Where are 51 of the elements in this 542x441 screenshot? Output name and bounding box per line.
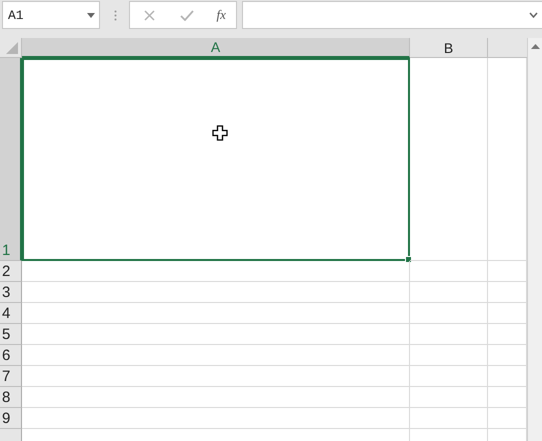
row-header[interactable]: 5	[0, 324, 22, 345]
cell-reference: A1	[8, 8, 24, 22]
column-header[interactable]: B	[410, 38, 488, 58]
select-all-corner[interactable]	[0, 38, 22, 58]
cell[interactable]	[488, 282, 527, 303]
row-header[interactable]: 3	[0, 282, 22, 303]
insert-function-button[interactable]: fx	[214, 7, 228, 23]
cell[interactable]	[22, 324, 410, 345]
cell[interactable]	[22, 366, 410, 387]
row-header[interactable]: 1	[0, 58, 22, 261]
row-header[interactable]: 4	[0, 303, 22, 324]
vertical-scrollbar[interactable]	[527, 38, 542, 441]
row-header[interactable]: 6	[0, 345, 22, 366]
row-header[interactable]: 7	[0, 366, 22, 387]
row-header[interactable]: 8	[0, 387, 22, 408]
cell[interactable]	[22, 408, 410, 429]
cell[interactable]	[488, 324, 527, 345]
column-header[interactable]: A	[22, 38, 410, 58]
formula-input[interactable]	[242, 1, 542, 29]
cell[interactable]	[488, 387, 527, 408]
cell[interactable]	[22, 303, 410, 324]
row-header[interactable]: 2	[0, 261, 22, 282]
cell[interactable]	[22, 282, 410, 303]
expand-chevron-icon[interactable]	[529, 12, 538, 18]
name-box[interactable]: A1	[2, 1, 100, 29]
crosshair-cursor-icon	[212, 125, 228, 141]
cell[interactable]	[410, 387, 488, 408]
corner-triangle-icon	[6, 42, 18, 54]
cell[interactable]	[410, 261, 488, 282]
dropdown-caret-icon[interactable]	[87, 12, 95, 18]
cell[interactable]	[22, 345, 410, 366]
grip-icon	[114, 10, 117, 21]
cell[interactable]	[410, 408, 488, 429]
row-header[interactable]: 9	[0, 408, 22, 429]
cell[interactable]	[410, 324, 488, 345]
cell[interactable]	[488, 408, 527, 429]
cell[interactable]	[410, 366, 488, 387]
cell[interactable]	[410, 282, 488, 303]
cell[interactable]	[488, 261, 527, 282]
cell[interactable]	[488, 345, 527, 366]
cell[interactable]	[410, 345, 488, 366]
cell[interactable]	[410, 58, 488, 261]
cell[interactable]	[410, 303, 488, 324]
scroll-up-arrow-icon[interactable]	[530, 44, 540, 49]
cell[interactable]	[488, 58, 527, 261]
cell[interactable]	[22, 261, 410, 282]
cell[interactable]	[488, 303, 527, 324]
cell[interactable]	[22, 387, 410, 408]
fill-handle[interactable]	[405, 256, 412, 263]
selected-cell[interactable]	[22, 58, 410, 261]
cell[interactable]	[488, 366, 527, 387]
